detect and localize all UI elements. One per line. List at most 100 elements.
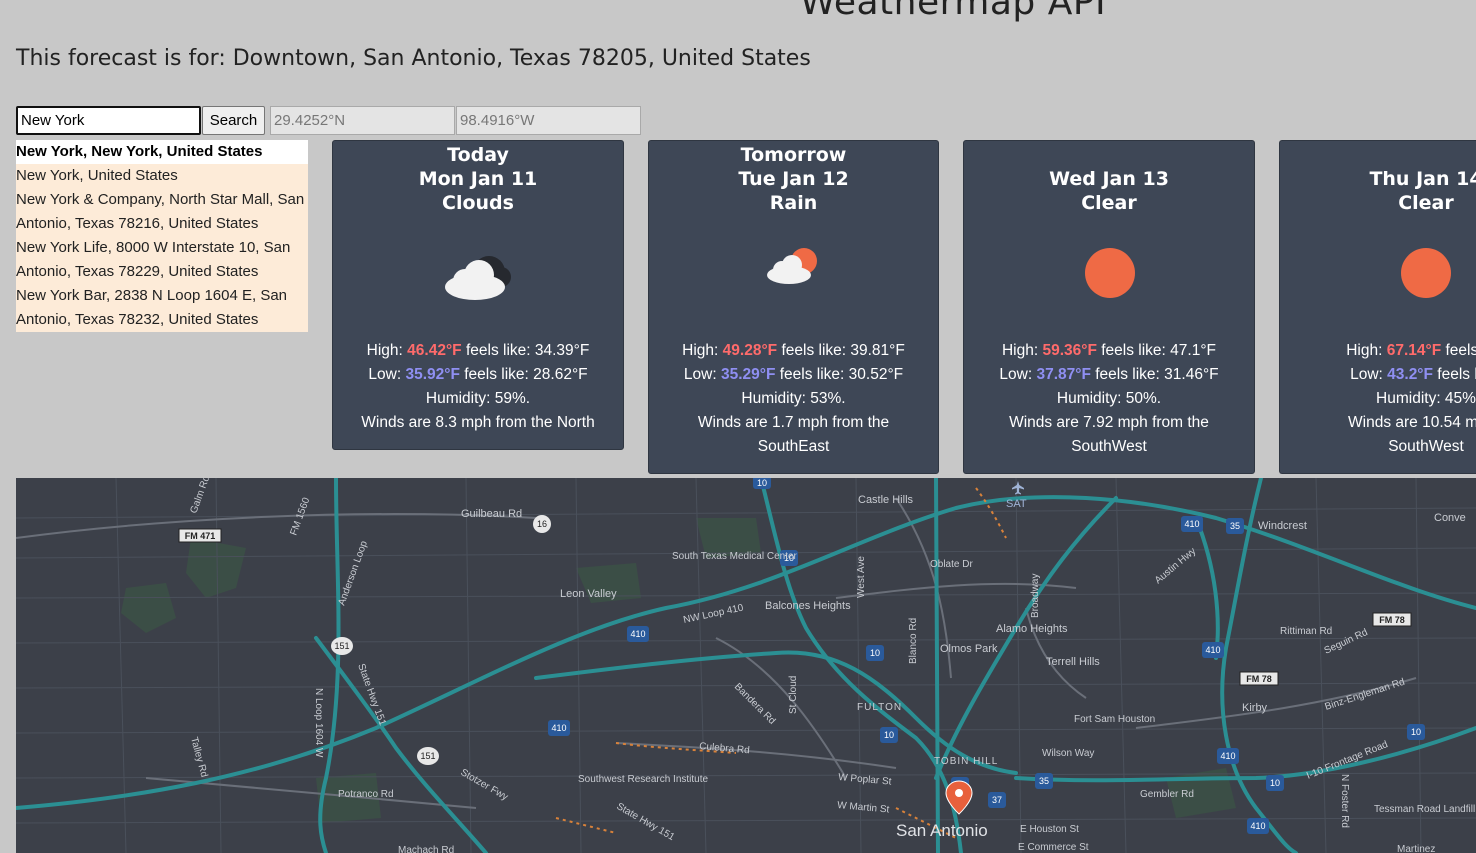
label-state-hwy: State Hwy 151	[615, 801, 677, 843]
wind: Winds are 7.92 mph from the SouthWest	[1009, 414, 1209, 455]
forecast-day-relative	[964, 143, 1254, 167]
autocomplete-list: New York, New York, United States New Yo…	[16, 140, 308, 332]
label-machado: Machach Rd	[398, 845, 454, 853]
label-wilson-way: Wilson Way	[1042, 748, 1094, 759]
latitude-field	[270, 106, 455, 135]
label-rittiman: Rittiman Rd	[1280, 626, 1332, 637]
shield-10c: 10	[870, 648, 880, 658]
search-button[interactable]: Search	[202, 106, 265, 135]
label-kirby: Kirby	[1242, 702, 1268, 714]
label-stotzer: Stotzer Fwy	[459, 767, 510, 803]
map[interactable]: 10 16 151 151 410 410 10 10 10 35 37 410…	[16, 478, 1476, 853]
label-potranco: Potranco Rd	[338, 789, 394, 800]
low-label: Low:	[1350, 366, 1383, 383]
label-guilbeau: Guilbeau Rd	[461, 508, 522, 520]
low-label: Low:	[368, 366, 402, 383]
shield-10e: 10	[1270, 778, 1280, 788]
label-leon-valley: Leon Valley	[560, 588, 617, 600]
forecast-card-tomorrow: Tomorrow Tue Jan 12 Rain High: 49.28°F f…	[648, 140, 939, 474]
forecast-date: Mon Jan 11	[418, 168, 538, 190]
shield-10: 10	[757, 478, 767, 488]
low-temp: 37.87°F	[1036, 366, 1091, 383]
forecast-condition: Rain	[769, 192, 818, 214]
label-e-houston: E Houston St	[1020, 824, 1079, 835]
map-canvas[interactable]: 10 16 151 151 410 410 10 10 10 35 37 410…	[16, 478, 1476, 853]
sun-behind-cloud-icon	[767, 248, 817, 284]
forecast-card-thu: Thu Jan 14 Clear High: 67.14°F feels lik…	[1279, 140, 1476, 474]
label-west-ave: West Ave	[856, 556, 867, 598]
humidity: Humidity: 45%	[1376, 390, 1476, 407]
low-temp: 43.2°F	[1387, 366, 1433, 383]
label-fulton: FULTON	[857, 702, 902, 713]
label-balcones-heights: Balcones Heights	[765, 600, 851, 612]
fm78a-label: FM 78	[1379, 615, 1405, 625]
suggestion-item[interactable]: New York, United States	[16, 164, 308, 188]
fm78b-label: FM 78	[1246, 674, 1272, 684]
low-feels-like: feels like:	[1437, 366, 1476, 383]
high-label: High:	[366, 342, 403, 359]
humidity: Humidity: 59%.	[425, 390, 531, 407]
high-feels-like: feels like: 34.39°F	[465, 342, 590, 359]
airport-icon	[1012, 481, 1024, 495]
high-temp: 59.36°F	[1042, 342, 1097, 359]
low-label: Low:	[683, 366, 717, 383]
label-converse: Conve	[1434, 512, 1466, 524]
shield-10f: 10	[1411, 727, 1421, 737]
low-temp: 35.92°F	[405, 366, 460, 383]
label-alamo-heights: Alamo Heights	[996, 623, 1068, 635]
forecast-day-relative	[1280, 143, 1476, 167]
shield-410f: 410	[1250, 821, 1265, 831]
label-tobin-hill: TOBIN HILL	[934, 756, 998, 767]
label-nw-loop: NW Loop 410	[682, 602, 745, 626]
forecast-card-today: Today Mon Jan 11 Clouds High: 46.42°F fe…	[332, 140, 624, 450]
label-windcrest: Windcrest	[1258, 520, 1307, 532]
label-tessman: Tessman Road Landfill	[1374, 804, 1475, 815]
label-martinez: Martinez	[1397, 844, 1435, 853]
label-castle-hills: Castle Hills	[858, 494, 914, 506]
label-sat: SAT	[1006, 498, 1027, 510]
label-n-loop-1604: N Loop 1604 W	[313, 688, 324, 758]
shield-35c: 35	[1039, 776, 1049, 786]
high-label: High:	[682, 342, 719, 359]
location-pin-icon[interactable]	[945, 780, 973, 815]
forecast-location-heading: This forecast is for: Downtown, San Anto…	[16, 46, 811, 71]
shield-410a: 410	[630, 629, 645, 639]
shield-151b: 151	[420, 751, 435, 761]
label-e-commerce: E Commerce St	[1018, 842, 1089, 853]
location-search-input[interactable]	[16, 106, 201, 135]
forecast-date: Tue Jan 12	[738, 168, 849, 190]
low-label: Low:	[999, 366, 1033, 383]
high-label: High:	[1346, 342, 1383, 359]
longitude-field	[456, 106, 641, 135]
shield-151a: 151	[334, 641, 349, 651]
forecast-date: Thu Jan 14	[1369, 168, 1476, 190]
humidity: Humidity: 50%.	[1056, 390, 1162, 407]
high-feels-like: feels like: 39.81°F	[781, 342, 905, 359]
label-w-martin: W Martin St	[837, 800, 890, 816]
label-swri: Southwest Research Institute	[578, 774, 709, 785]
suggestion-item[interactable]: New York Life, 8000 W Interstate 10, San…	[16, 236, 308, 284]
shield-410e: 410	[1220, 751, 1235, 761]
shield-37: 37	[992, 795, 1002, 805]
forecast-condition: Clouds	[442, 192, 514, 214]
shield-410d: 410	[1205, 645, 1220, 655]
low-feels-like: feels like: 28.62°F	[464, 366, 588, 383]
shield-10d: 10	[884, 730, 894, 740]
label-oblate: Oblate Dr	[930, 559, 973, 570]
forecast-card-wed: Wed Jan 13 Clear High: 59.36°F feels lik…	[963, 140, 1255, 474]
high-temp: 49.28°F	[722, 342, 778, 359]
label-binz: Binz-Engleman Rd	[1324, 677, 1407, 713]
wind: Winds are 10.54 mph f SouthWest	[1348, 414, 1476, 455]
label-poplar: W Poplar St	[838, 772, 892, 788]
label-broadway: Broadway	[1030, 574, 1041, 618]
wind: Winds are 1.7 mph from the SouthEast	[697, 414, 890, 455]
suggestion-item[interactable]: New York & Company, North Star Mall, San…	[16, 188, 308, 236]
high-temp: 67.14°F	[1386, 342, 1442, 359]
shield-410b: 410	[551, 723, 566, 733]
high-temp: 46.42°F	[407, 342, 462, 359]
suggestion-item[interactable]: New York, New York, United States	[16, 140, 308, 164]
label-n-foster: N Foster Rd	[1339, 774, 1350, 828]
label-galm: Galm Rd	[188, 478, 212, 515]
suggestion-item[interactable]: New York Bar, 2838 N Loop 1604 E, San An…	[16, 284, 308, 332]
label-austin-hwy: Austin Hwy	[1153, 546, 1198, 587]
